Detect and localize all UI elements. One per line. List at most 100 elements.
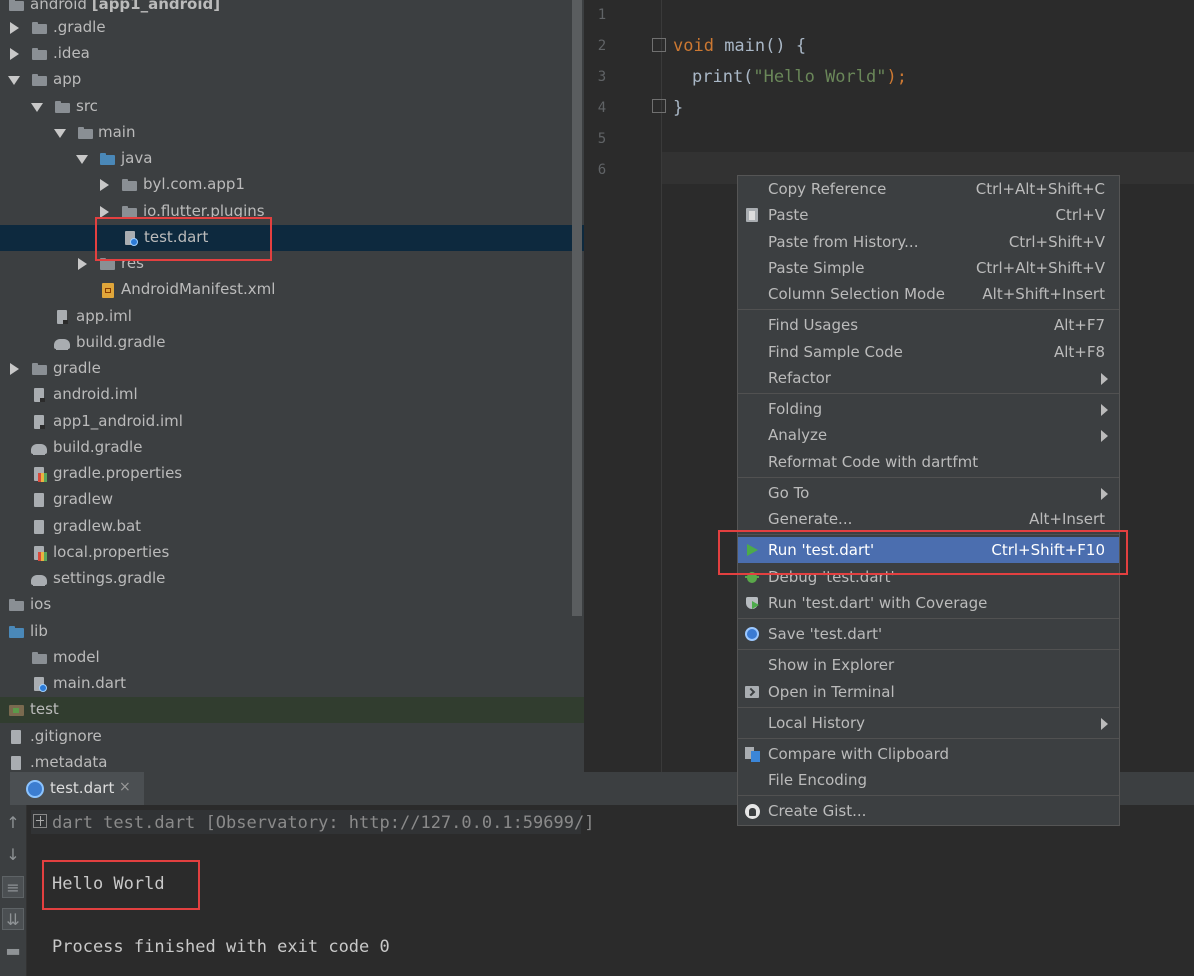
menu-separator <box>738 309 1119 310</box>
tree-item-label: app <box>53 70 82 88</box>
tree-item-ios[interactable]: ios <box>0 592 584 618</box>
tree-item-idea[interactable]: .idea <box>0 41 584 67</box>
collapse-arrow-icon[interactable] <box>76 155 88 164</box>
tree-item-build-gradle[interactable]: build.gradle <box>0 435 584 461</box>
tree-item-android-iml[interactable]: android.iml <box>0 382 584 408</box>
tree-item-lib[interactable]: lib <box>0 619 584 645</box>
menu-item-label: Paste <box>768 206 809 224</box>
expand-arrow-icon[interactable] <box>10 48 19 60</box>
menu-item-run-coverage[interactable]: Run 'test.dart' with Coverage <box>738 590 1119 616</box>
expand-arrow-icon[interactable] <box>10 363 19 375</box>
menu-item-show-in-explorer[interactable]: Show in Explorer <box>738 652 1119 678</box>
menu-item-analyze[interactable]: Analyze <box>738 422 1119 448</box>
tree-item-app-iml[interactable]: app.iml <box>0 304 584 330</box>
tree-item-local-properties[interactable]: local.properties <box>0 540 584 566</box>
collapse-arrow-icon[interactable] <box>31 103 43 112</box>
expand-arrow-icon[interactable] <box>10 22 19 34</box>
menu-item-open-terminal[interactable]: Open in Terminal <box>738 679 1119 705</box>
menu-item-shortcut: Ctrl+V <box>1055 206 1105 224</box>
tree-item-label: src <box>76 97 98 115</box>
menu-item-paste-simple[interactable]: Paste Simple Ctrl+Alt+Shift+V <box>738 255 1119 281</box>
source-folder-icon <box>8 624 24 640</box>
tree-item-gitignore[interactable]: .gitignore <box>0 724 584 750</box>
tree-item-app1-android-iml[interactable]: app1_android.iml <box>0 409 584 435</box>
tree-item-res[interactable]: res <box>0 251 584 277</box>
tree-item-package-plugins[interactable]: io.flutter.plugins <box>0 199 584 225</box>
highlight-box-output <box>42 860 200 910</box>
menu-item-local-history[interactable]: Local History <box>738 710 1119 736</box>
collapse-arrow-icon[interactable] <box>8 76 20 85</box>
fold-marker-icon[interactable] <box>652 38 666 52</box>
tree-item-metadata[interactable]: .metadata <box>0 750 584 772</box>
menu-item-find-usages[interactable]: Find Usages Alt+F7 <box>738 312 1119 338</box>
close-tab-icon[interactable]: × <box>119 779 131 795</box>
folder-icon <box>31 46 47 62</box>
tree-item-package-app1[interactable]: byl.com.app1 <box>0 172 584 198</box>
soft-wrap-icon[interactable]: ≡ <box>2 876 24 898</box>
menu-item-paste-history[interactable]: Paste from History... Ctrl+Shift+V <box>738 229 1119 255</box>
expand-arrow-icon[interactable] <box>100 179 109 191</box>
code-line-4[interactable]: } <box>673 98 683 118</box>
tree-item-main-dart[interactable]: main.dart <box>0 671 584 697</box>
menu-item-label: Show in Explorer <box>768 656 895 674</box>
tree-item-src[interactable]: src <box>0 94 584 120</box>
tree-item-label: lib <box>30 622 48 640</box>
tree-item-label: gradlew.bat <box>53 517 142 535</box>
code-line-3[interactable]: print("Hello World"); <box>692 67 907 87</box>
tree-item-app-build-gradle[interactable]: build.gradle <box>0 330 584 356</box>
menu-item-create-gist[interactable]: Create Gist... <box>738 798 1119 824</box>
gradle-icon <box>54 335 70 351</box>
run-tab-label[interactable]: test.dart <box>50 779 114 797</box>
menu-item-reformat[interactable]: Reformat Code with dartfmt <box>738 449 1119 475</box>
tree-item-gradle-dir[interactable]: .gradle <box>0 15 584 41</box>
tree-item-manifest[interactable]: AndroidManifest.xml <box>0 277 584 303</box>
tree-item-gradlew-bat[interactable]: gradlew.bat <box>0 514 584 540</box>
fold-marker-icon[interactable] <box>652 99 666 113</box>
tree-item-module: [app1_android] <box>91 0 221 13</box>
collapse-arrow-icon[interactable] <box>54 129 66 138</box>
print-icon[interactable]: ▬ <box>2 940 24 962</box>
menu-item-go-to[interactable]: Go To <box>738 480 1119 506</box>
menu-item-copy-reference[interactable]: Copy Reference Ctrl+Alt+Shift+C <box>738 176 1119 202</box>
tree-item-gradlew[interactable]: gradlew <box>0 487 584 513</box>
tree-item-main[interactable]: main <box>0 120 584 146</box>
menu-item-file-encoding[interactable]: File Encoding <box>738 767 1119 793</box>
menu-item-save[interactable]: Save 'test.dart' <box>738 621 1119 647</box>
compare-icon <box>744 746 760 762</box>
menu-item-paste[interactable]: Paste Ctrl+V <box>738 202 1119 228</box>
tree-item-test-dart[interactable]: test.dart <box>0 225 584 251</box>
tree-item-test-folder[interactable]: test <box>0 697 584 723</box>
menu-item-column-selection[interactable]: Column Selection Mode Alt+Shift+Insert <box>738 281 1119 307</box>
tree-item-app[interactable]: app <box>0 67 584 93</box>
menu-item-label: Go To <box>768 484 810 502</box>
menu-item-label: Generate... <box>768 510 853 528</box>
dart-save-icon <box>744 626 760 642</box>
menu-item-label: Find Usages <box>768 316 859 334</box>
tree-item-model[interactable]: model <box>0 645 584 671</box>
menu-separator <box>738 795 1119 796</box>
menu-item-generate[interactable]: Generate... Alt+Insert <box>738 506 1119 532</box>
tree-scrollbar[interactable] <box>572 0 582 616</box>
code-line-2[interactable]: void main() { <box>673 36 806 56</box>
menu-item-compare-clipboard[interactable]: Compare with Clipboard <box>738 741 1119 767</box>
code-string-literal: "Hello World" <box>753 67 887 87</box>
menu-item-refactor[interactable]: Refactor <box>738 365 1119 391</box>
scroll-to-end-icon[interactable]: ⇊ <box>2 908 24 930</box>
tree-item-gradle-properties[interactable]: gradle.properties <box>0 461 584 487</box>
menu-separator <box>738 477 1119 478</box>
tree-item-java[interactable]: java <box>0 146 584 172</box>
arrow-up-icon[interactable]: ↑ <box>2 812 24 834</box>
menu-item-folding[interactable]: Folding <box>738 396 1119 422</box>
menu-item-label: Local History <box>768 714 866 732</box>
submenu-arrow-icon <box>1101 718 1108 730</box>
tree-item-gradle[interactable]: gradle <box>0 356 584 382</box>
menu-item-find-sample-code[interactable]: Find Sample Code Alt+F8 <box>738 339 1119 365</box>
dart-file-icon <box>31 676 47 692</box>
tree-item-settings-gradle[interactable]: settings.gradle <box>0 566 584 592</box>
file-icon <box>8 755 24 771</box>
source-folder-icon <box>99 151 115 167</box>
arrow-down-icon[interactable]: ↓ <box>2 844 24 866</box>
iml-file-icon <box>31 387 47 403</box>
expand-command-icon[interactable] <box>33 814 47 828</box>
expand-arrow-icon[interactable] <box>78 258 87 270</box>
